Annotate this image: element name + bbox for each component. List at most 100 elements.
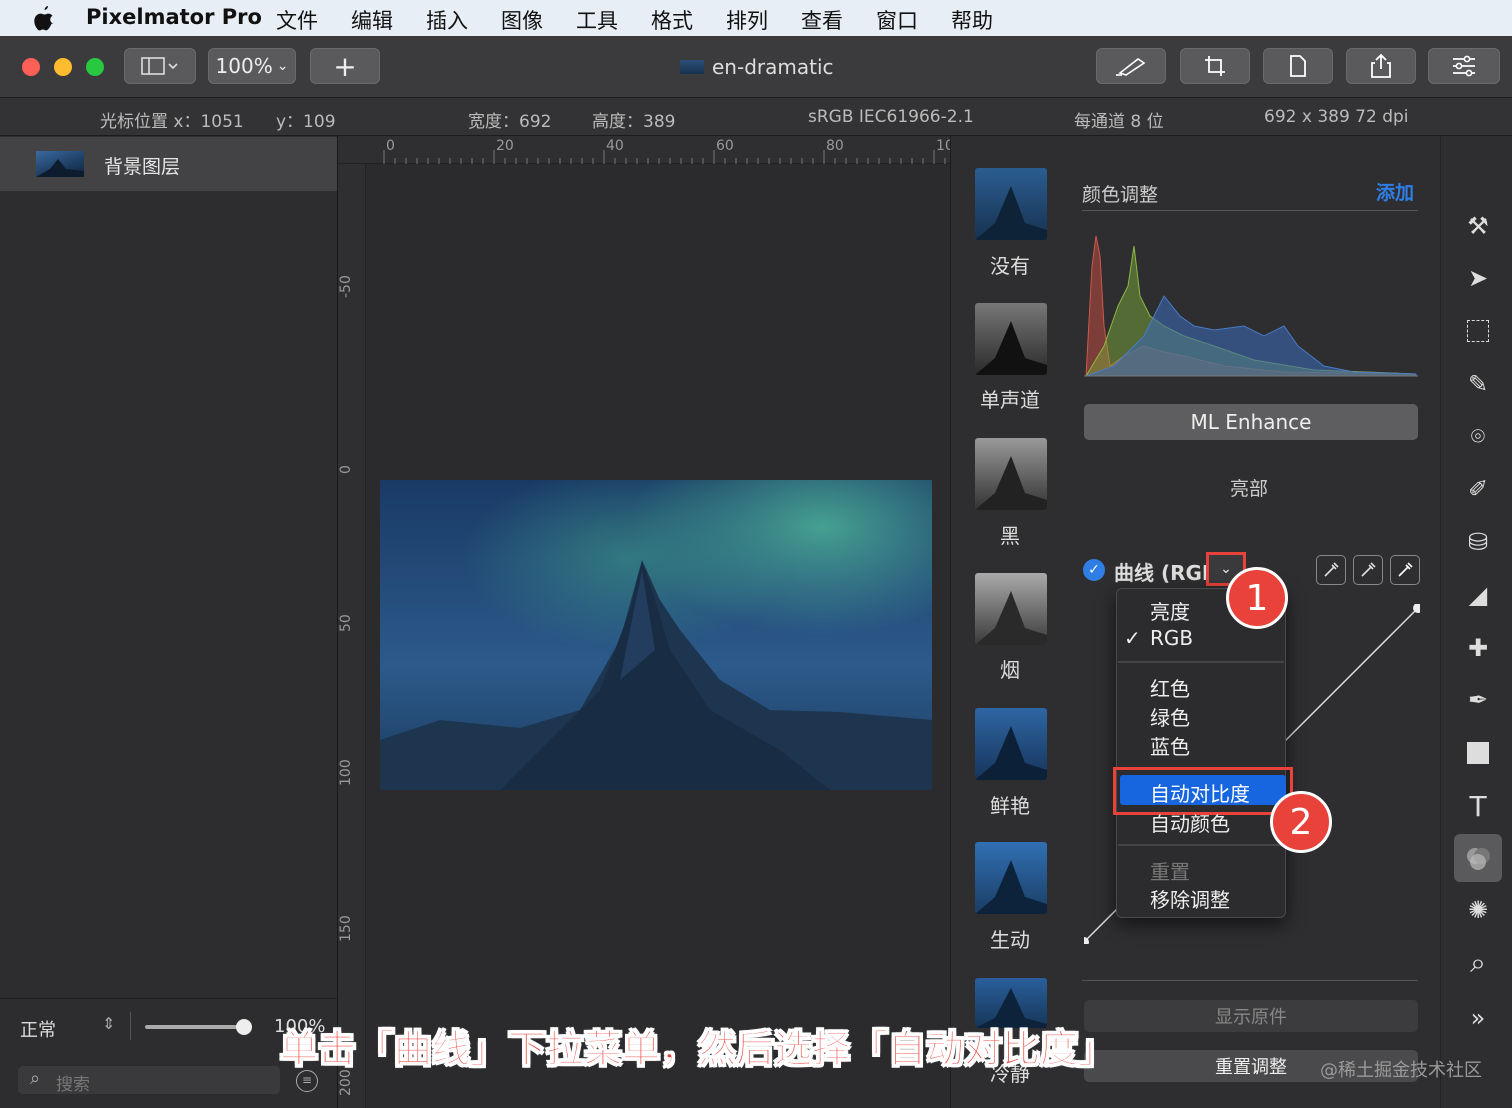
layers-panel <box>0 136 338 1108</box>
preset-label[interactable]: 没有 <box>950 250 1070 279</box>
repair-tool-icon[interactable]: ✚ <box>1462 632 1494 664</box>
zoom-tool-icon[interactable]: ⌕ <box>1462 946 1494 979</box>
image-width: 宽度：692 <box>468 112 552 132</box>
menu-item-green[interactable]: 绿色 <box>1150 702 1190 731</box>
menu-item-blue[interactable]: 蓝色 <box>1150 731 1190 760</box>
preset-thumbnail[interactable] <box>975 842 1047 914</box>
curves-title: 曲线 (RGB <box>1114 561 1218 585</box>
add-adjustment-button[interactable]: 添加 <box>1376 178 1414 205</box>
eraser-tool-icon[interactable]: ◢ <box>1462 579 1494 611</box>
curves-enabled-checkbox[interactable]: ✓ <box>1083 559 1105 581</box>
black-point-eyedropper[interactable] <box>1316 555 1346 585</box>
layer-thumbnail <box>36 151 84 177</box>
menu-arrange[interactable]: 排列 <box>726 5 768 35</box>
ruler-label: 20 <box>496 138 514 154</box>
marquee-tool-icon[interactable] <box>1462 315 1494 347</box>
effects-tool-icon[interactable]: ✺ <box>1462 894 1494 926</box>
ml-enhance-button[interactable]: ML Enhance <box>1084 404 1418 440</box>
show-original-button[interactable]: 显示原件 <box>1084 1000 1418 1032</box>
ruler-label: 100 <box>338 759 354 786</box>
add-button[interactable]: + <box>310 48 380 84</box>
opacity-slider-knob[interactable] <box>236 1019 252 1035</box>
menu-tools[interactable]: 工具 <box>576 5 618 35</box>
apple-icon[interactable] <box>32 5 56 31</box>
ruler-label: 80 <box>826 138 844 154</box>
zoom-value: 100% <box>215 54 273 78</box>
ruler-label: 50 <box>338 614 354 632</box>
menu-item-luminance[interactable]: 亮度 <box>1150 596 1190 625</box>
preset-label[interactable]: 黑 <box>950 520 1070 549</box>
paint-bucket-tool-icon[interactable]: ⛁ <box>1462 526 1494 558</box>
menu-view[interactable]: 查看 <box>801 5 843 35</box>
blend-mode-select[interactable]: 正常 <box>20 1016 56 1042</box>
color-select-tool-icon[interactable]: ⌾ <box>1462 420 1494 452</box>
highlights-label: 亮部 <box>1230 478 1269 500</box>
brush-tool-button[interactable] <box>1096 48 1166 84</box>
menu-help[interactable]: 帮助 <box>951 5 993 35</box>
pen-tool-icon[interactable]: ✒ <box>1462 684 1494 716</box>
app-menu[interactable]: Pixelmator Pro <box>86 5 262 29</box>
up-down-icon: ⇕ <box>102 1014 116 1033</box>
menu-image[interactable]: 图像 <box>501 5 543 35</box>
ruler-label: -50 <box>338 275 354 298</box>
menu-item-auto-contrast[interactable]: 自动对比度 <box>1150 778 1250 807</box>
document-name: en-dramatic <box>712 55 834 79</box>
white-point-eyedropper[interactable] <box>1390 555 1420 585</box>
gray-point-eyedropper[interactable] <box>1353 555 1383 585</box>
divider <box>1082 210 1418 211</box>
document-button[interactable] <box>1263 48 1333 84</box>
pointer-tool-icon[interactable]: ➤ <box>1462 262 1494 294</box>
text-tool-icon[interactable]: T <box>1462 790 1494 823</box>
preset-label[interactable]: 烟 <box>950 654 1070 683</box>
menu-item-rgb[interactable]: RGB <box>1150 626 1193 650</box>
watermark: @稀土掘金技术社区 <box>1320 1060 1482 1081</box>
eyedropper-icon <box>1398 562 1413 577</box>
menu-item-auto-color[interactable]: 自动颜色 <box>1150 808 1230 837</box>
menu-item-reset: 重置 <box>1150 860 1190 884</box>
crop-button[interactable] <box>1180 48 1250 84</box>
lasso-tool-icon[interactable]: ✎ <box>1462 368 1494 400</box>
preset-label[interactable]: 生动 <box>950 924 1070 953</box>
menu-format[interactable]: 格式 <box>651 5 693 35</box>
ruler-label: 200 <box>338 1069 354 1096</box>
zoom-window-button[interactable] <box>86 58 104 76</box>
preset-label[interactable]: 鲜艳 <box>950 790 1070 819</box>
paint-brush-tool-icon[interactable]: ✐ <box>1462 473 1494 505</box>
preset-thumbnail[interactable] <box>975 708 1047 780</box>
menu-item-red[interactable]: 红色 <box>1150 673 1190 702</box>
preset-thumbnail[interactable] <box>975 303 1047 375</box>
menu-file[interactable]: 文件 <box>276 5 318 35</box>
step-badge-1: 1 <box>1226 567 1288 629</box>
menu-window[interactable]: 窗口 <box>876 5 918 35</box>
preset-thumbnail[interactable] <box>975 573 1047 645</box>
menu-edit[interactable]: 编辑 <box>351 5 393 35</box>
crop-icon <box>1205 56 1225 76</box>
more-tools-icon[interactable]: » <box>1462 1002 1494 1034</box>
preset-thumbnail[interactable] <box>975 168 1047 240</box>
arrange-tool-icon[interactable]: ⚒ <box>1462 210 1494 242</box>
image-size: 692 x 389 72 dpi <box>1264 107 1409 127</box>
bit-depth: 每通道 8 位 <box>1074 112 1164 132</box>
opacity-slider[interactable] <box>145 1025 245 1029</box>
close-button[interactable] <box>22 58 40 76</box>
window-title: en-dramatic <box>680 55 834 79</box>
adjustments-toggle-button[interactable] <box>1428 48 1500 84</box>
ruler-label: 40 <box>606 138 624 154</box>
sidebar-toggle-button[interactable] <box>124 48 196 84</box>
menu-item-remove-adjustment[interactable]: 移除调整 <box>1150 884 1230 913</box>
image-height: 高度：389 <box>592 112 676 132</box>
zoom-select[interactable]: 100% ⌄ <box>208 48 296 84</box>
menu-insert[interactable]: 插入 <box>426 5 468 35</box>
search-icon: ⌕ <box>30 1068 41 1089</box>
shape-tool-icon[interactable] <box>1462 737 1494 769</box>
document-image[interactable] <box>380 480 932 790</box>
vertical-ruler: -50 0 50 100 150 200 <box>338 164 366 1108</box>
minimize-button[interactable] <box>54 58 72 76</box>
filter-icon[interactable]: ≡ <box>296 1070 318 1092</box>
checkmark-icon: ✓ <box>1124 626 1141 650</box>
preset-thumbnail[interactable] <box>975 438 1047 510</box>
color-adjust-tool-icon <box>1462 842 1494 874</box>
share-button[interactable] <box>1346 48 1416 84</box>
preset-label[interactable]: 单声道 <box>950 384 1070 413</box>
eyedropper-icon <box>1324 562 1339 577</box>
